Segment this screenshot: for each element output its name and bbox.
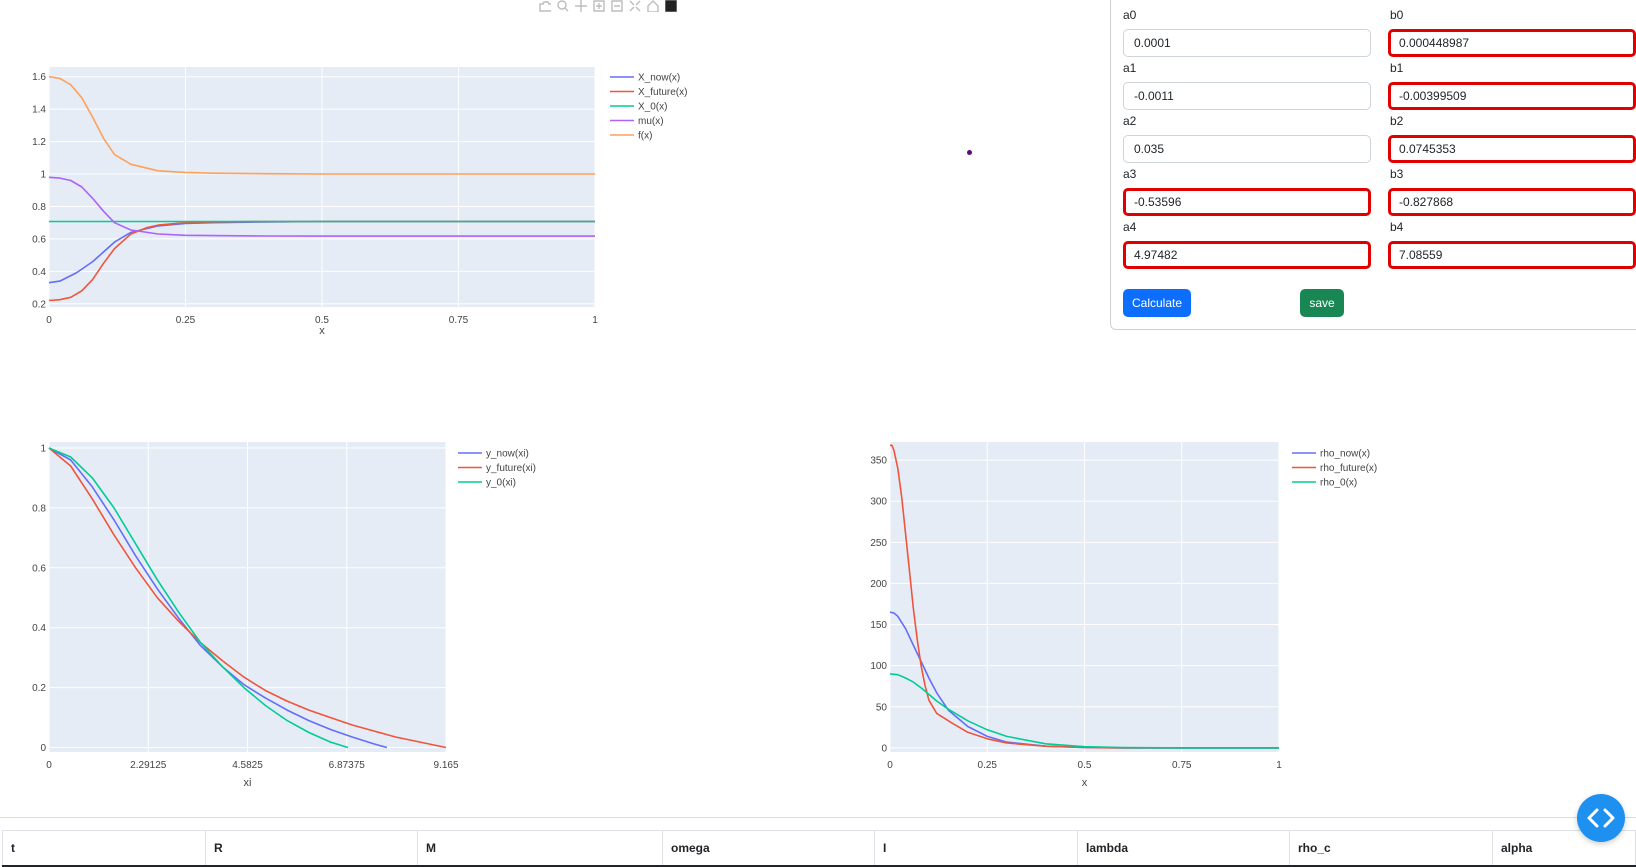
legend-item[interactable]: X_0(x) xyxy=(610,102,667,113)
y-tick-label: 0.8 xyxy=(32,202,46,213)
x-axis-title: xi xyxy=(244,777,252,789)
y-tick-label: 0.6 xyxy=(32,234,46,245)
input-a3[interactable] xyxy=(1123,188,1371,216)
legend-item[interactable]: rho_future(x) xyxy=(1292,463,1377,474)
legend-label: y_now(xi) xyxy=(486,449,529,460)
legend-item[interactable]: f(x) xyxy=(610,131,652,142)
x-tick-label: 0.75 xyxy=(449,315,469,326)
label-a3: a3 xyxy=(1123,167,1137,181)
label-a1: a1 xyxy=(1123,61,1137,75)
table-divider xyxy=(0,817,1636,818)
calculate-button[interactable]: Calculate xyxy=(1123,289,1191,317)
input-b3[interactable] xyxy=(1388,188,1636,216)
legend-item[interactable]: mu(x) xyxy=(610,116,664,127)
input-b0[interactable] xyxy=(1388,29,1636,57)
x-tick-label: 9.165 xyxy=(433,760,458,771)
x-tick-label: 1 xyxy=(592,315,598,326)
chart-x-functions[interactable]: 0 0.25 0.5 0.75 10.20.40.60.811.21.41.6xX_no… xyxy=(0,0,720,345)
y-tick-label: 50 xyxy=(876,702,888,713)
y-tick-label: 300 xyxy=(870,497,887,508)
code-toggle-button[interactable] xyxy=(1577,794,1625,842)
y-tick-label: 0 xyxy=(40,743,46,754)
label-b3: b3 xyxy=(1390,167,1404,181)
input-a1[interactable] xyxy=(1123,82,1371,110)
legend-label: X_now(x) xyxy=(638,73,680,84)
legend-label: rho_now(x) xyxy=(1320,449,1370,460)
legend-item[interactable]: y_0(xi) xyxy=(458,478,516,489)
column-header-R[interactable]: R xyxy=(205,830,418,867)
chart-y-xi[interactable]: 0 2.29125 4.5825 6.87375 9.165 0 0.2 0.4 0.6 0.8 1… xyxy=(0,430,570,800)
code-brackets-icon xyxy=(1587,808,1615,828)
y-tick-label: 1.4 xyxy=(32,105,46,116)
input-a0[interactable] xyxy=(1123,29,1371,57)
y-tick-label: 0.2 xyxy=(32,299,46,310)
column-header-rho-c[interactable]: rho_c xyxy=(1289,830,1493,867)
column-header-M[interactable]: M xyxy=(417,830,663,867)
input-a2[interactable] xyxy=(1123,135,1371,163)
x-tick-label: 2.29125 xyxy=(130,760,167,771)
legend-item[interactable]: rho_now(x) xyxy=(1292,449,1370,460)
results-table: t R M omega I lambda rho_c alpha xyxy=(2,830,1636,867)
x-tick-label: 4.5825 xyxy=(232,760,263,771)
label-a4: a4 xyxy=(1123,220,1137,234)
legend-item[interactable]: y_future(xi) xyxy=(458,463,536,474)
x-tick-label: 6.87375 xyxy=(329,760,366,771)
y-tick-label: 0 xyxy=(881,743,887,754)
legend-label: X_0(x) xyxy=(638,102,667,113)
y-tick-label: 0.4 xyxy=(32,623,46,634)
input-b4[interactable] xyxy=(1388,241,1636,269)
legend-label: rho_future(x) xyxy=(1320,463,1377,474)
label-b1: b1 xyxy=(1390,61,1404,75)
legend-item[interactable]: X_future(x) xyxy=(610,87,687,98)
legend-label: rho_0(x) xyxy=(1320,478,1357,489)
y-tick-label: 1.6 xyxy=(32,72,46,83)
legend-label: mu(x) xyxy=(638,116,664,127)
x-axis-title: x xyxy=(319,325,325,337)
label-b2: b2 xyxy=(1390,114,1404,128)
y-tick-label: 1 xyxy=(40,443,46,454)
y-tick-label: 1 xyxy=(40,170,46,181)
legend-item[interactable]: X_now(x) xyxy=(610,73,680,84)
legend-label: y_0(xi) xyxy=(486,478,516,489)
label-b0: b0 xyxy=(1390,8,1404,22)
x-tick-label: 0 xyxy=(46,315,52,326)
legend-item[interactable]: y_now(xi) xyxy=(458,449,529,460)
column-header-I[interactable]: I xyxy=(874,830,1078,867)
x-tick-label: 0 xyxy=(46,760,52,771)
input-b1[interactable] xyxy=(1388,82,1636,110)
x-tick-label: 0.5 xyxy=(1078,760,1092,771)
table-header-row: t R M omega I lambda rho_c alpha xyxy=(2,830,1636,867)
input-b2[interactable] xyxy=(1388,135,1636,163)
y-tick-label: 1.2 xyxy=(32,137,46,148)
y-tick-label: 0.6 xyxy=(32,563,46,574)
y-tick-label: 150 xyxy=(870,620,887,631)
x-axis-title: x xyxy=(1082,777,1088,789)
legend-item[interactable]: rho_0(x) xyxy=(1292,478,1357,489)
legend-label: y_future(xi) xyxy=(486,463,536,474)
legend-label: f(x) xyxy=(638,131,652,142)
x-tick-label: 0.25 xyxy=(978,760,998,771)
x-tick-label: 0 xyxy=(887,760,893,771)
y-tick-label: 100 xyxy=(870,661,887,672)
y-tick-label: 0.4 xyxy=(32,267,46,278)
y-tick-label: 250 xyxy=(870,538,887,549)
chart-rho-x[interactable]: 0 0.25 0.5 0.75 1 0 50 100 150 200 250 300 350 x rho_n… xyxy=(850,430,1410,800)
x-tick-label: 0.75 xyxy=(1172,760,1192,771)
input-a4[interactable] xyxy=(1123,241,1371,269)
label-a0: a0 xyxy=(1123,8,1137,22)
legend-label: X_future(x) xyxy=(638,87,687,98)
column-header-lambda[interactable]: lambda xyxy=(1077,830,1290,867)
y-tick-label: 0.2 xyxy=(32,683,46,694)
label-b4: b4 xyxy=(1390,220,1404,234)
x-tick-label: 1 xyxy=(1276,760,1282,771)
y-tick-label: 0.8 xyxy=(32,503,46,514)
save-button[interactable]: save xyxy=(1300,289,1344,317)
y-tick-label: 200 xyxy=(870,579,887,590)
column-header-t[interactable]: t xyxy=(2,830,206,867)
x-tick-label: 0.25 xyxy=(176,315,196,326)
scatter-dot xyxy=(967,150,972,155)
y-tick-label: 350 xyxy=(870,456,887,467)
column-header-omega[interactable]: omega xyxy=(662,830,875,867)
label-a2: a2 xyxy=(1123,114,1137,128)
